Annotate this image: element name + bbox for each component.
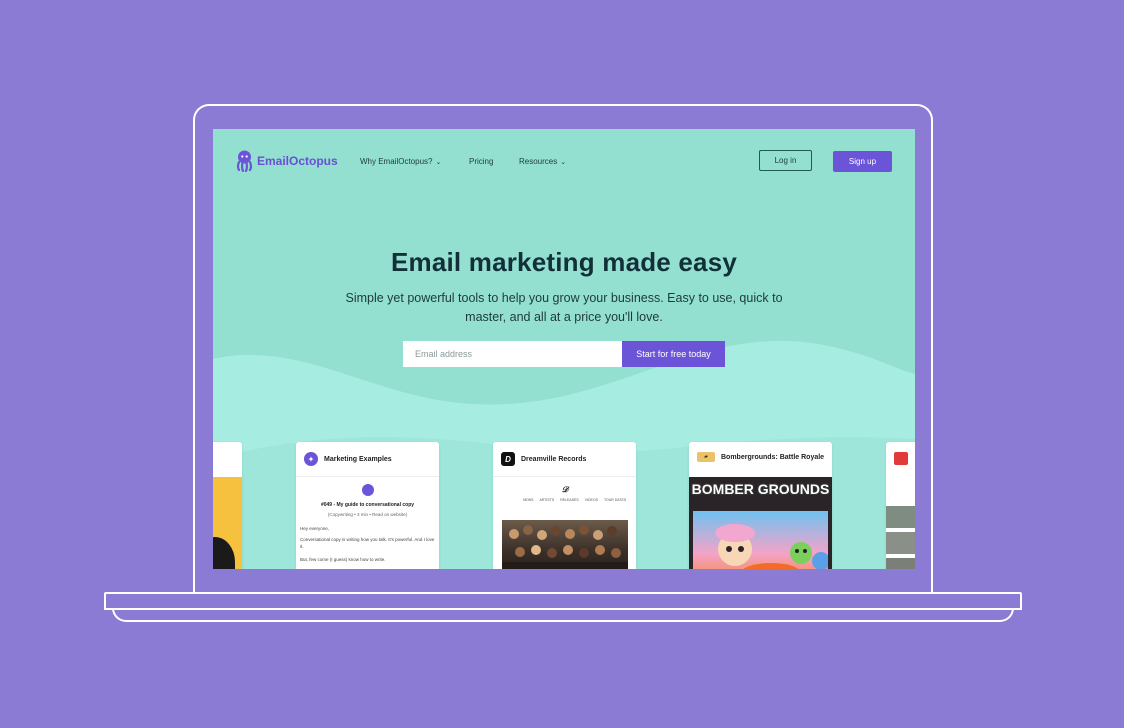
email-input[interactable] xyxy=(403,341,622,367)
dreamville-menu-item[interactable]: RELEASES xyxy=(560,498,578,502)
bombergrounds-icon: ▰ xyxy=(697,452,715,462)
hero-title: Email marketing made easy xyxy=(390,247,738,277)
brand-logo[interactable]: EmailOctopus xyxy=(235,150,338,172)
card-title: Dreamville Records xyxy=(521,455,587,463)
bombergrounds-characters xyxy=(715,524,830,569)
newsletter-body-2: Conversational copy is writing how you t… xyxy=(300,537,435,549)
nav-pricing[interactable]: Pricing xyxy=(469,157,493,166)
dreamville-menu: NEWS ARTISTS RELEASES VIDEOS TOUR DATES xyxy=(523,498,626,502)
login-button[interactable]: Log in xyxy=(759,150,812,171)
newsletter-meta: (Copywriting • 3 min • Read on website) xyxy=(327,512,408,517)
bombergrounds-banner: BOMBER GROUNDS xyxy=(689,477,832,569)
example-card-partial-left[interactable] xyxy=(213,442,242,569)
lightbulb-icon xyxy=(362,484,374,496)
example-card-marketing[interactable]: ✦ Marketing Examples #049 - My guide to … xyxy=(296,442,439,569)
top-nav: EmailOctopus Why EmailOctopus? ⌄ Pricing… xyxy=(213,129,915,193)
dreamville-menu-item[interactable]: NEWS xyxy=(523,498,534,502)
dreamville-icon: D xyxy=(501,452,515,466)
brand-name: EmailOctopus xyxy=(257,154,338,168)
card-header: ▰ Bombergrounds: Battle Royale xyxy=(697,452,824,462)
nav-pricing-label: Pricing xyxy=(469,157,494,166)
newsletter-heading: #049 - My guide to conversational copy xyxy=(320,502,415,508)
chevron-down-icon: ⌄ xyxy=(560,158,567,166)
chevron-down-icon: ⌄ xyxy=(435,158,442,166)
signup-button[interactable]: Sign up xyxy=(833,151,892,172)
example-card-bombergrounds[interactable]: ▰ Bombergrounds: Battle Royale BOMBER GR… xyxy=(689,442,832,569)
nav-resources[interactable]: Resources ⌄ xyxy=(519,157,566,166)
website-screen: EmailOctopus Why EmailOctopus? ⌄ Pricing… xyxy=(213,129,915,569)
dreamville-photo-figures xyxy=(502,525,628,569)
email-signup-form: Start for free today xyxy=(403,341,725,367)
card-header: ✦ Marketing Examples xyxy=(304,452,392,466)
dreamville-menu-item[interactable]: VIDEOS xyxy=(585,498,598,502)
nav-why-label: Why EmailOctopus? xyxy=(360,157,433,166)
lightbulb-icon: ✦ xyxy=(304,452,318,466)
nav-why-emailoctopus[interactable]: Why EmailOctopus? ⌄ xyxy=(360,157,441,166)
dreamville-menu-item[interactable]: ARTISTS xyxy=(540,498,555,502)
bombergrounds-scene xyxy=(693,511,830,569)
brand-badge-icon xyxy=(894,452,908,465)
dreamville-wordmark: 𝒟 xyxy=(561,484,569,494)
example-card-dreamville[interactable]: D Dreamville Records 𝒟 NEWS ARTISTS RELE… xyxy=(493,442,636,569)
card-header: D Dreamville Records xyxy=(501,452,586,466)
card-divider xyxy=(493,476,636,477)
bombergrounds-logo: BOMBER GROUNDS xyxy=(691,481,830,497)
nav-resources-label: Resources xyxy=(519,157,558,166)
dreamville-menu-item[interactable]: TOUR DATES xyxy=(604,498,626,502)
card-title: Marketing Examples xyxy=(324,455,392,463)
dreamville-photo xyxy=(502,520,628,569)
newsletter-body-3: But, few come (I guess) know how to writ… xyxy=(300,557,386,562)
example-card-partial-right[interactable] xyxy=(886,442,915,569)
start-free-button[interactable]: Start for free today xyxy=(622,341,725,367)
octopus-icon xyxy=(236,150,253,172)
card-divider xyxy=(296,476,439,477)
card-title: Bombergrounds: Battle Royale xyxy=(721,453,825,461)
newsletter-body-1: Hey everyone, xyxy=(300,526,330,531)
hero-subtitle: Simple yet powerful tools to help you gr… xyxy=(345,291,783,324)
laptop-foot xyxy=(112,608,1014,622)
sneaker-image xyxy=(886,506,915,528)
sneaker-image xyxy=(886,532,915,554)
sneaker-image xyxy=(886,558,915,569)
